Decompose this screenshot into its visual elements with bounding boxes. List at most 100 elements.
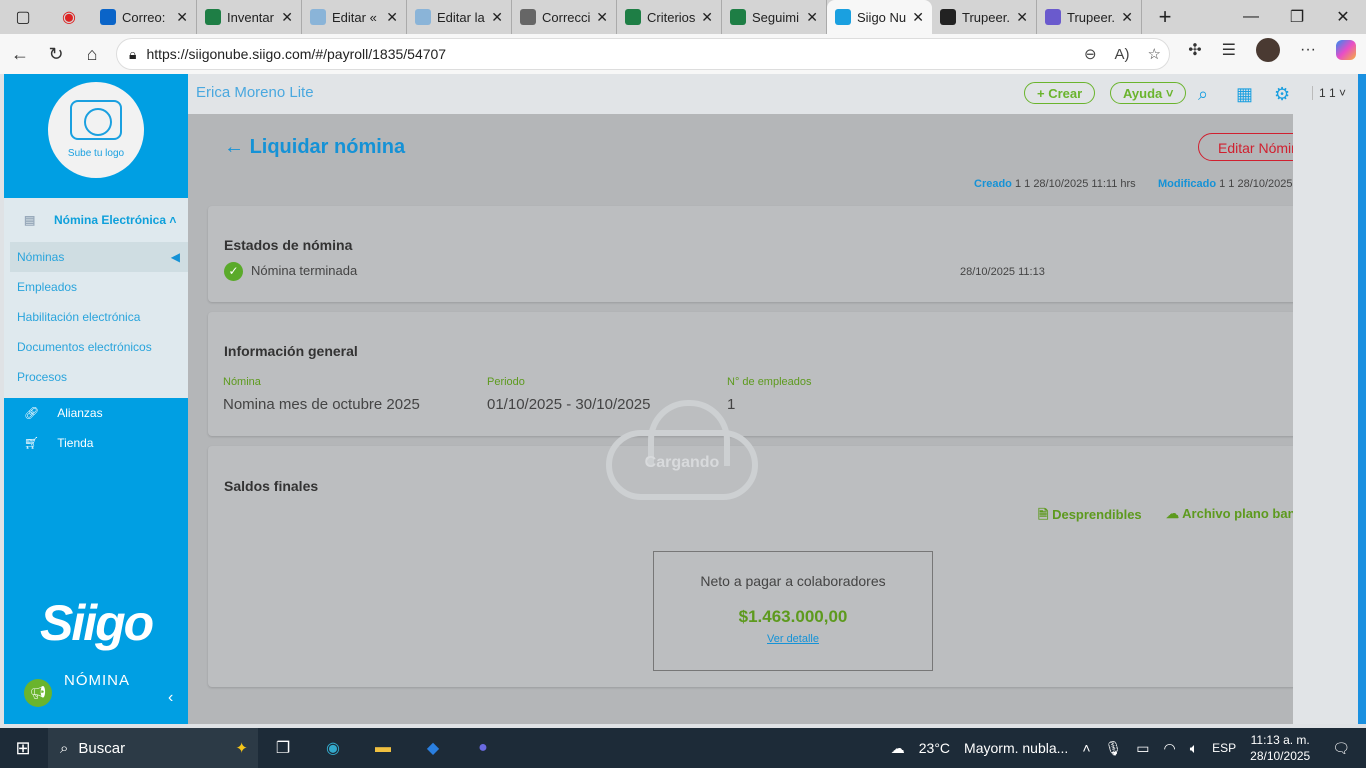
microphone-icon[interactable]: 🎙︎ [1105, 740, 1123, 757]
sparkle-icon: ✦ [235, 740, 248, 757]
search-icon[interactable]: ⌕ [1198, 84, 1208, 105]
close-tab-icon[interactable]: ✕ [176, 9, 188, 26]
net-pay-box: Neto a pagar a colaboradores $1.463.000,… [653, 551, 933, 671]
close-tab-icon[interactable]: ✕ [912, 9, 924, 26]
close-tab-icon[interactable]: ✕ [281, 9, 293, 26]
payslips-link[interactable]: 🗎︎ Desprendibles [1038, 506, 1142, 528]
check-icon: ✓ [224, 262, 243, 281]
help-button[interactable]: Ayuda ˅ [1110, 82, 1187, 104]
scrollbar[interactable] [1358, 74, 1366, 724]
close-tab-icon[interactable]: ✕ [596, 9, 608, 26]
close-tab-icon[interactable]: ✕ [491, 9, 503, 26]
sidebar-item-tienda[interactable]: 🛒︎ Tienda [4, 428, 188, 458]
sidebar-item-procesos[interactable]: Procesos [4, 362, 188, 392]
chevron-up-icon[interactable]: ˄ [1082, 740, 1090, 756]
announcement-button[interactable]: 📢︎ [24, 679, 52, 707]
tab-favicon-icon [520, 9, 536, 25]
system-tray: ☁ 23°C Mayorm. nubla... ˄ 🎙︎ ▭ ◠ 🔈︎ ESP … [891, 728, 1366, 768]
restore-button[interactable]: ❐ [1274, 7, 1320, 27]
close-tab-icon[interactable]: ✕ [701, 9, 713, 26]
view-detail-link[interactable]: Ver detalle [654, 633, 932, 645]
teams-taskbar-icon[interactable]: ● [458, 739, 508, 757]
sidebar-item-documentos[interactable]: Documentos electrónicos [4, 332, 188, 362]
weather-desc[interactable]: Mayorm. nubla... [964, 740, 1068, 756]
tab-label: Correcci [542, 9, 591, 25]
app-taskbar-icon[interactable]: ◆ [408, 738, 458, 758]
copilot-icon[interactable] [1336, 40, 1356, 60]
new-tab-button[interactable]: + [1142, 4, 1188, 30]
upload-logo-button[interactable]: Sube tu logo [48, 82, 144, 178]
read-aloud-icon[interactable]: A) [1115, 46, 1130, 63]
favorite-star-icon[interactable]: ☆ [1148, 45, 1161, 63]
tab-label: Editar la [437, 9, 485, 25]
status-state: Nómina terminada [251, 263, 358, 278]
user-menu[interactable]: 1 1 ˅ [1312, 86, 1346, 100]
browser-tab[interactable]: Criterios ✕ [617, 0, 722, 34]
sidebar-item-alianzas[interactable]: 🔗︎ Alianzas [4, 398, 188, 428]
calendar-icon[interactable]: ▦ [1236, 84, 1253, 105]
app-topbar: Erica Moreno Lite + Crear Ayuda ˅ ⌕ ▦ ⚙ … [188, 74, 1358, 114]
back-icon[interactable]: ← [2, 44, 38, 65]
browser-tab[interactable]: Correo: I ✕ [92, 0, 197, 34]
close-tab-icon[interactable]: ✕ [1121, 9, 1133, 26]
period-label: Periodo [487, 376, 525, 388]
browser-tab[interactable]: Siigo Nu ✕ [827, 0, 932, 34]
url-bar[interactable]: 🔒︎ https://siigonube.siigo.com/#/payroll… [116, 38, 1170, 70]
browser-tab-bar: ▢ ◉ Correo: I ✕ Inventar ✕ Editar «✕ Editar l… [0, 0, 1366, 34]
browser-tab[interactable]: Trupeer. ✕ [1037, 0, 1142, 34]
weather-temp: 23°C [918, 740, 951, 756]
battery-icon[interactable]: ▭ [1136, 740, 1149, 757]
edge-taskbar-icon[interactable]: ◉ [308, 738, 358, 758]
document-icon: 🗎︎ [1038, 507, 1049, 522]
home-icon[interactable]: ⌂ [74, 44, 110, 65]
upload-logo-label: Sube tu logo [67, 148, 125, 159]
modified-info: Modificado 1 1 28/10/2025 [1158, 178, 1293, 190]
browser-tab[interactable]: Correcci ✕ [512, 0, 617, 34]
close-tab-icon[interactable]: ✕ [386, 9, 398, 26]
tab-favicon-icon [835, 9, 851, 25]
browser-tab[interactable]: Seguimi ✕ [722, 0, 827, 34]
refresh-icon[interactable]: ↻ [38, 44, 74, 65]
siigo-logo: Siigo [40, 595, 154, 651]
file-explorer-icon[interactable]: ▬ [358, 739, 408, 757]
sidebar-toggle-icon[interactable]: ▢ [0, 7, 46, 27]
bank-file-link[interactable]: ☁︎ Archivo plano bancario [1166, 506, 1293, 522]
zoom-out-icon[interactable]: ⊖ [1084, 45, 1097, 63]
taskbar-search[interactable]: ⌕ Buscar ✦ [48, 728, 258, 768]
browser-tab[interactable]: Trupeer. ✕ [932, 0, 1037, 34]
wifi-icon[interactable]: ◠ [1164, 740, 1176, 757]
volume-icon[interactable]: 🔈︎ [1190, 740, 1198, 757]
loading-overlay: Cargando [606, 400, 758, 500]
more-icon[interactable]: ··· [1300, 41, 1316, 59]
tab-label: Inventar [227, 9, 274, 25]
sidebar-item-habilitacion[interactable]: Habilitación electrónica [4, 302, 188, 332]
browser-tab[interactable]: Editar « ✕ [302, 0, 407, 34]
collapse-sidebar-icon[interactable]: ‹ [168, 689, 173, 707]
nomina-label: NÓMINA [64, 672, 130, 689]
windows-start-icon[interactable]: ⊞ [0, 738, 46, 759]
browser-tab[interactable]: Editar la ✕ [407, 0, 512, 34]
record-icon[interactable]: ◉ [46, 7, 92, 27]
tab-label: Trupeer. [1067, 9, 1115, 25]
language[interactable]: ESP [1212, 741, 1236, 755]
section-nomina-electronica[interactable]: ▤ Nómina Electrónica ˄ [4, 198, 188, 242]
notifications-icon[interactable]: 🗨︎ [1332, 740, 1350, 757]
close-window-button[interactable]: ✕ [1320, 7, 1366, 27]
back-arrow-icon[interactable]: ← [224, 136, 244, 158]
edit-payroll-button[interactable]: Editar Nómina [1198, 133, 1293, 161]
task-view-icon[interactable]: ❐ [258, 738, 308, 758]
tab-favicon-icon [940, 9, 956, 25]
avatar[interactable] [1256, 38, 1281, 62]
browser-tab[interactable]: Inventar ✕ [197, 0, 302, 34]
create-button[interactable]: + Crear [1024, 82, 1096, 104]
gear-icon[interactable]: ⚙ [1274, 84, 1290, 105]
loading-text: Cargando [644, 454, 720, 471]
close-tab-icon[interactable]: ✕ [806, 9, 818, 26]
extensions-icon[interactable]: ✣ [1188, 40, 1201, 60]
sidebar-item-empleados[interactable]: Empleados [4, 272, 188, 302]
sidebar-item-nominas[interactable]: Nóminas ◀ [10, 242, 188, 272]
clock[interactable]: 11:13 a. m. 28/10/2025 [1250, 732, 1310, 764]
minimize-button[interactable]: — [1228, 8, 1274, 26]
close-tab-icon[interactable]: ✕ [1016, 9, 1028, 26]
favorites-icon[interactable]: ☰ [1222, 40, 1236, 60]
